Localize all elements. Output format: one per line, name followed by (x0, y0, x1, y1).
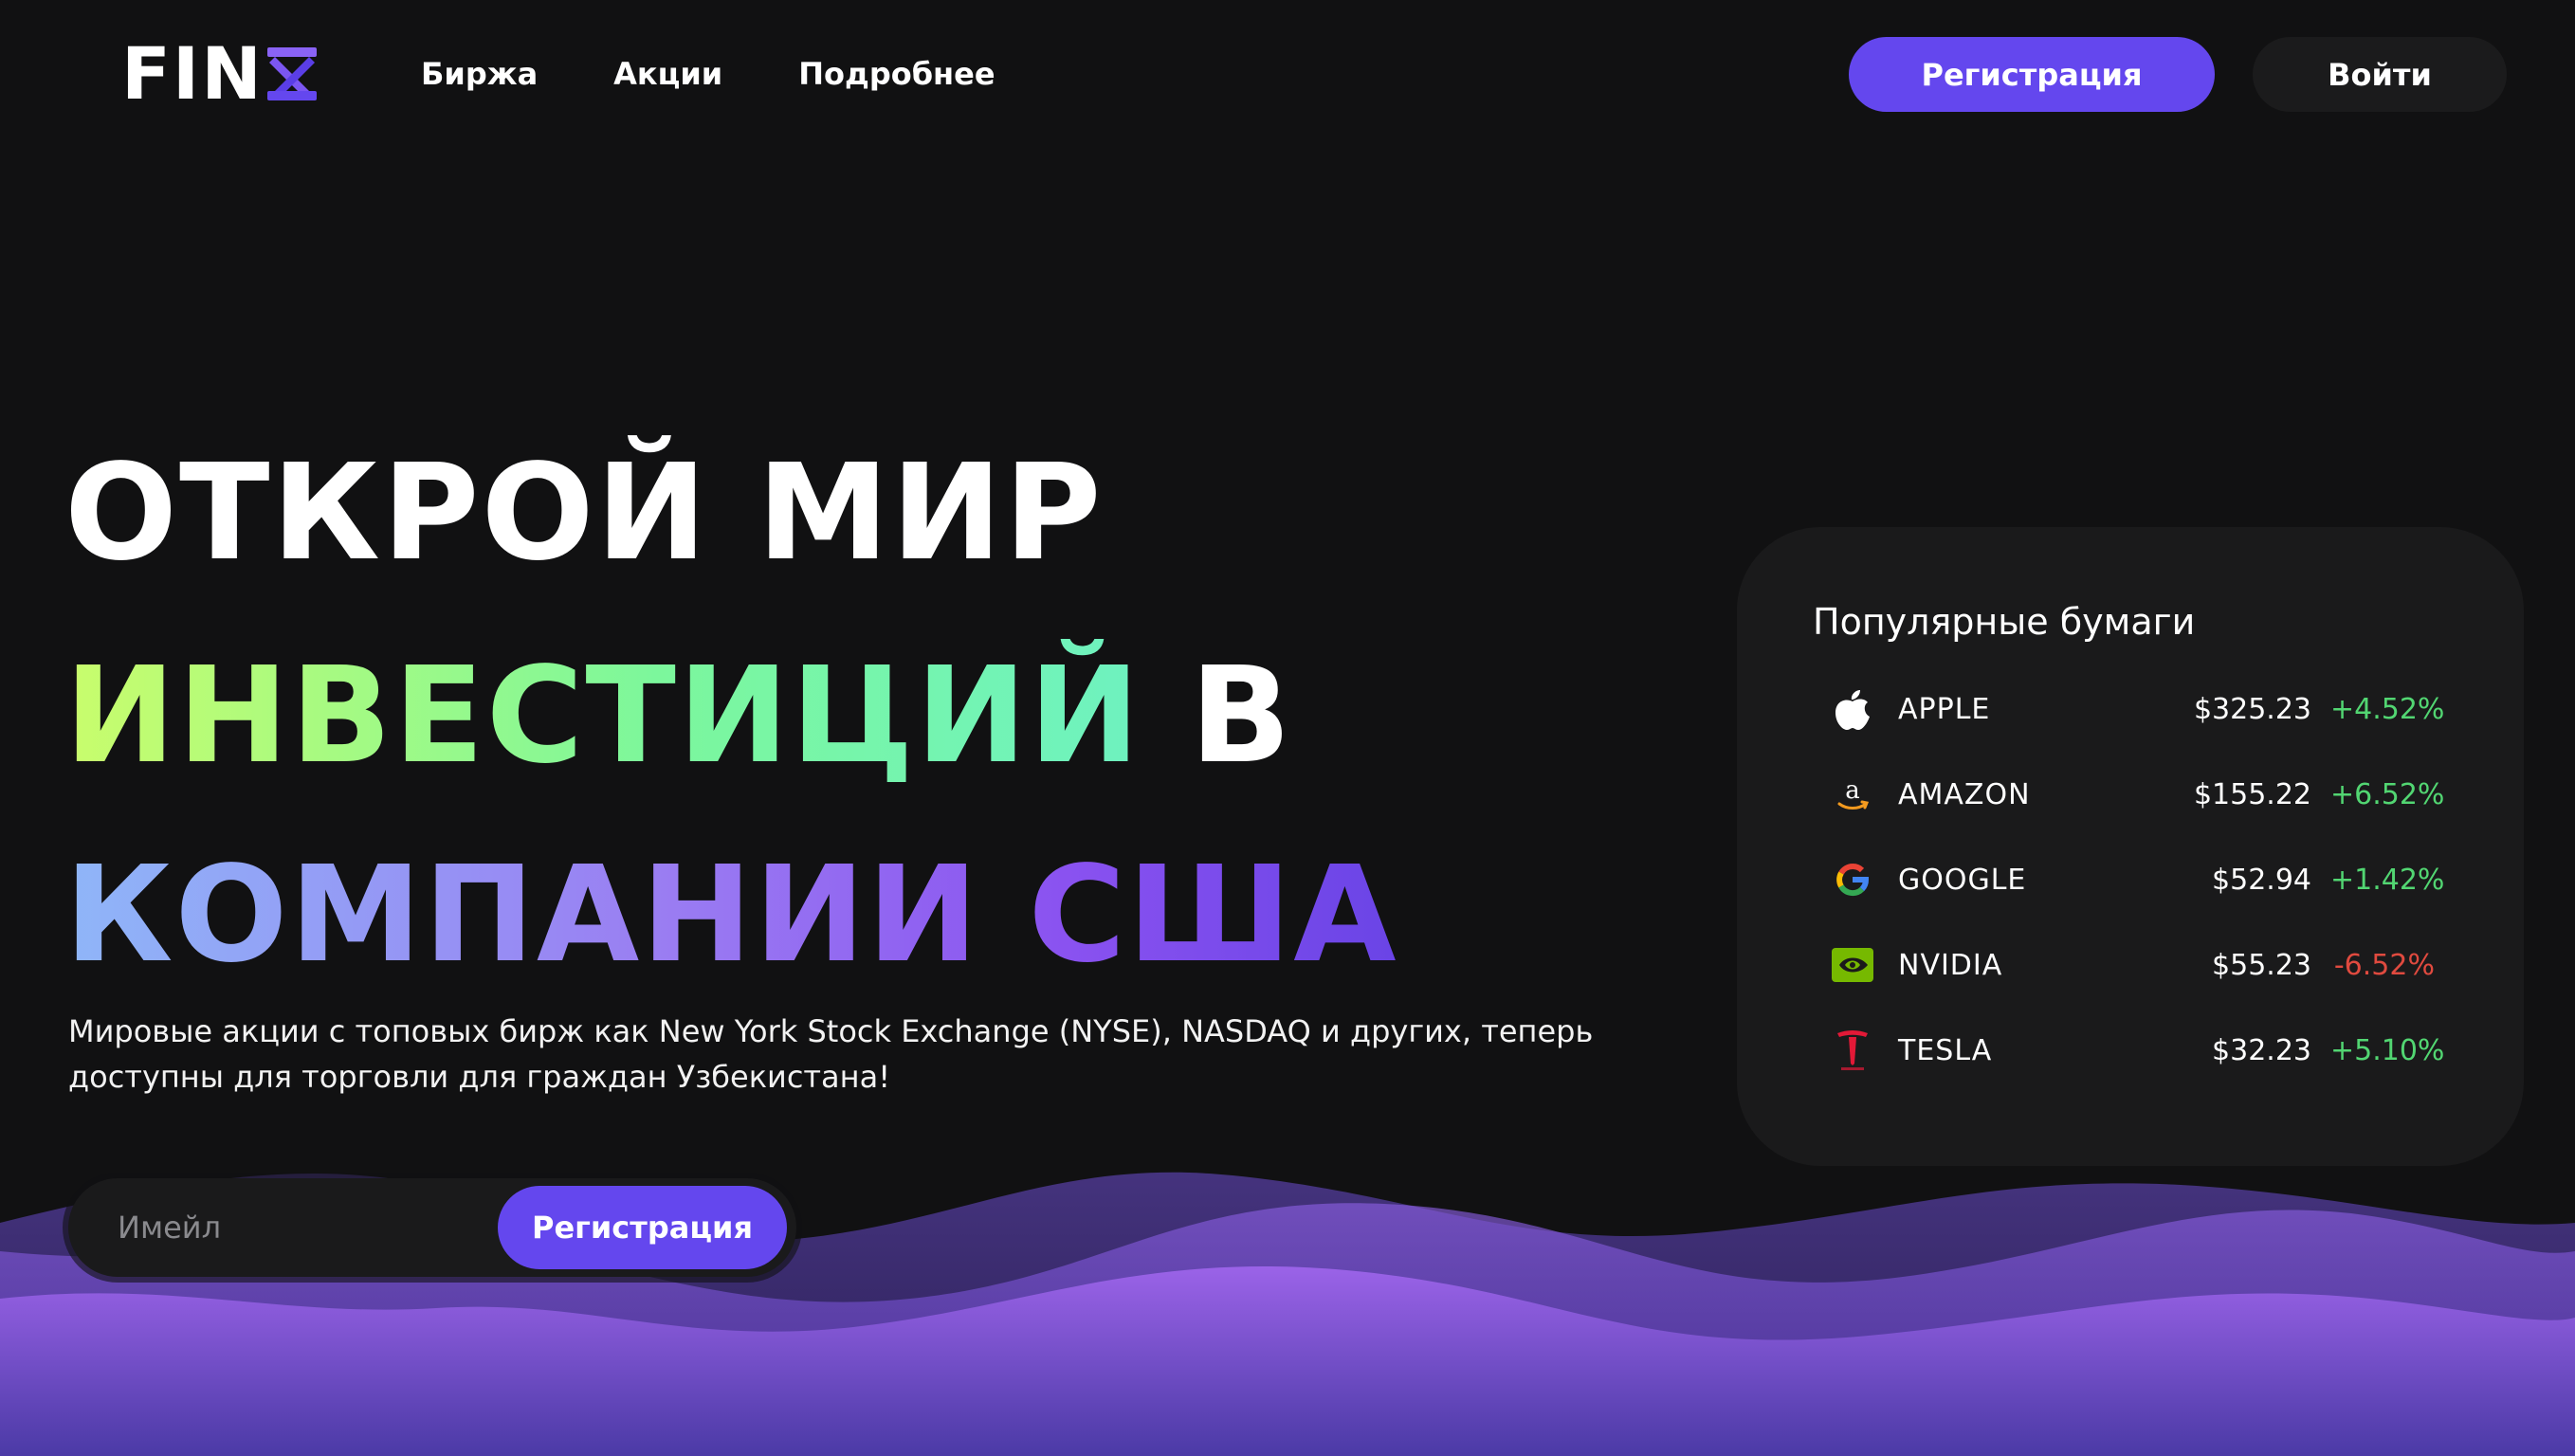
stock-name: GOOGLE (1898, 863, 2027, 897)
hero-title-accent: ИНВЕСТИЦИЙ (64, 639, 1142, 793)
tesla-icon (1828, 1026, 1877, 1075)
amazon-icon: a (1828, 770, 1877, 819)
apple-icon (1828, 684, 1877, 734)
stock-change: -6.52% (2333, 948, 2435, 982)
hero-title-line1: ОТКРОЙ МИР (64, 436, 1104, 591)
stock-change: +5.10% (2330, 1033, 2445, 1067)
main-nav: Биржа Акции Подробнее (421, 51, 995, 97)
stock-name: AMAZON (1898, 777, 2031, 811)
register-button[interactable]: Регистрация (1849, 37, 2215, 112)
hero-title-preposition: В (1190, 639, 1293, 793)
stock-price: $52.94 (2212, 863, 2311, 897)
stock-row-amazon[interactable]: a AMAZON $155.22 +6.52% (1828, 766, 2445, 823)
stock-row-apple[interactable]: APPLE $325.23 +4.52% (1828, 681, 2445, 737)
svg-text:a: a (1845, 776, 1860, 805)
email-signup-form: Регистрация (68, 1178, 796, 1277)
nav-link-more[interactable]: Подробнее (798, 51, 995, 97)
hero-title-line3: КОМПАНИИ США (64, 838, 1398, 992)
popular-stocks-title: Популярные бумаги (1813, 601, 2196, 643)
logo-text: FIN (121, 31, 264, 116)
stock-price: $325.23 (2193, 692, 2311, 726)
login-button[interactable]: Войти (2253, 37, 2507, 112)
stock-row-nvidia[interactable]: NVIDIA $55.23 -6.52% (1828, 937, 2435, 993)
stock-change: +4.52% (2330, 692, 2445, 726)
logo[interactable]: FIN (121, 36, 319, 112)
nav-link-stocks[interactable]: Акции (613, 51, 722, 97)
stock-row-google[interactable]: GOOGLE $52.94 +1.42% (1828, 851, 2445, 908)
stock-price: $55.23 (2212, 948, 2311, 982)
stock-name: APPLE (1898, 692, 1991, 726)
nav-link-exchange[interactable]: Биржа (421, 51, 538, 97)
hero-title-line2: ИНВЕСТИЦИЙ В (64, 650, 1293, 783)
stock-price: $155.22 (2193, 777, 2311, 811)
stock-name: TESLA (1898, 1033, 1993, 1067)
stock-change: +6.52% (2330, 777, 2445, 811)
signup-submit-button[interactable]: Регистрация (498, 1186, 787, 1269)
stock-change: +1.42% (2330, 863, 2445, 897)
popular-stocks-card: Популярные бумаги APPLE $325.23 +4.52% a… (1737, 527, 2524, 1166)
stock-row-tesla[interactable]: TESLA $32.23 +5.10% (1828, 1022, 2445, 1079)
stock-name: NVIDIA (1898, 948, 2003, 982)
hero-subtitle: Мировые акции с топовых бирж как New Yor… (68, 1013, 1594, 1095)
stock-price: $32.23 (2212, 1033, 2311, 1067)
logo-mark-icon (266, 47, 317, 100)
email-input[interactable] (116, 1209, 498, 1247)
google-icon (1828, 855, 1877, 904)
nvidia-icon (1828, 940, 1877, 990)
